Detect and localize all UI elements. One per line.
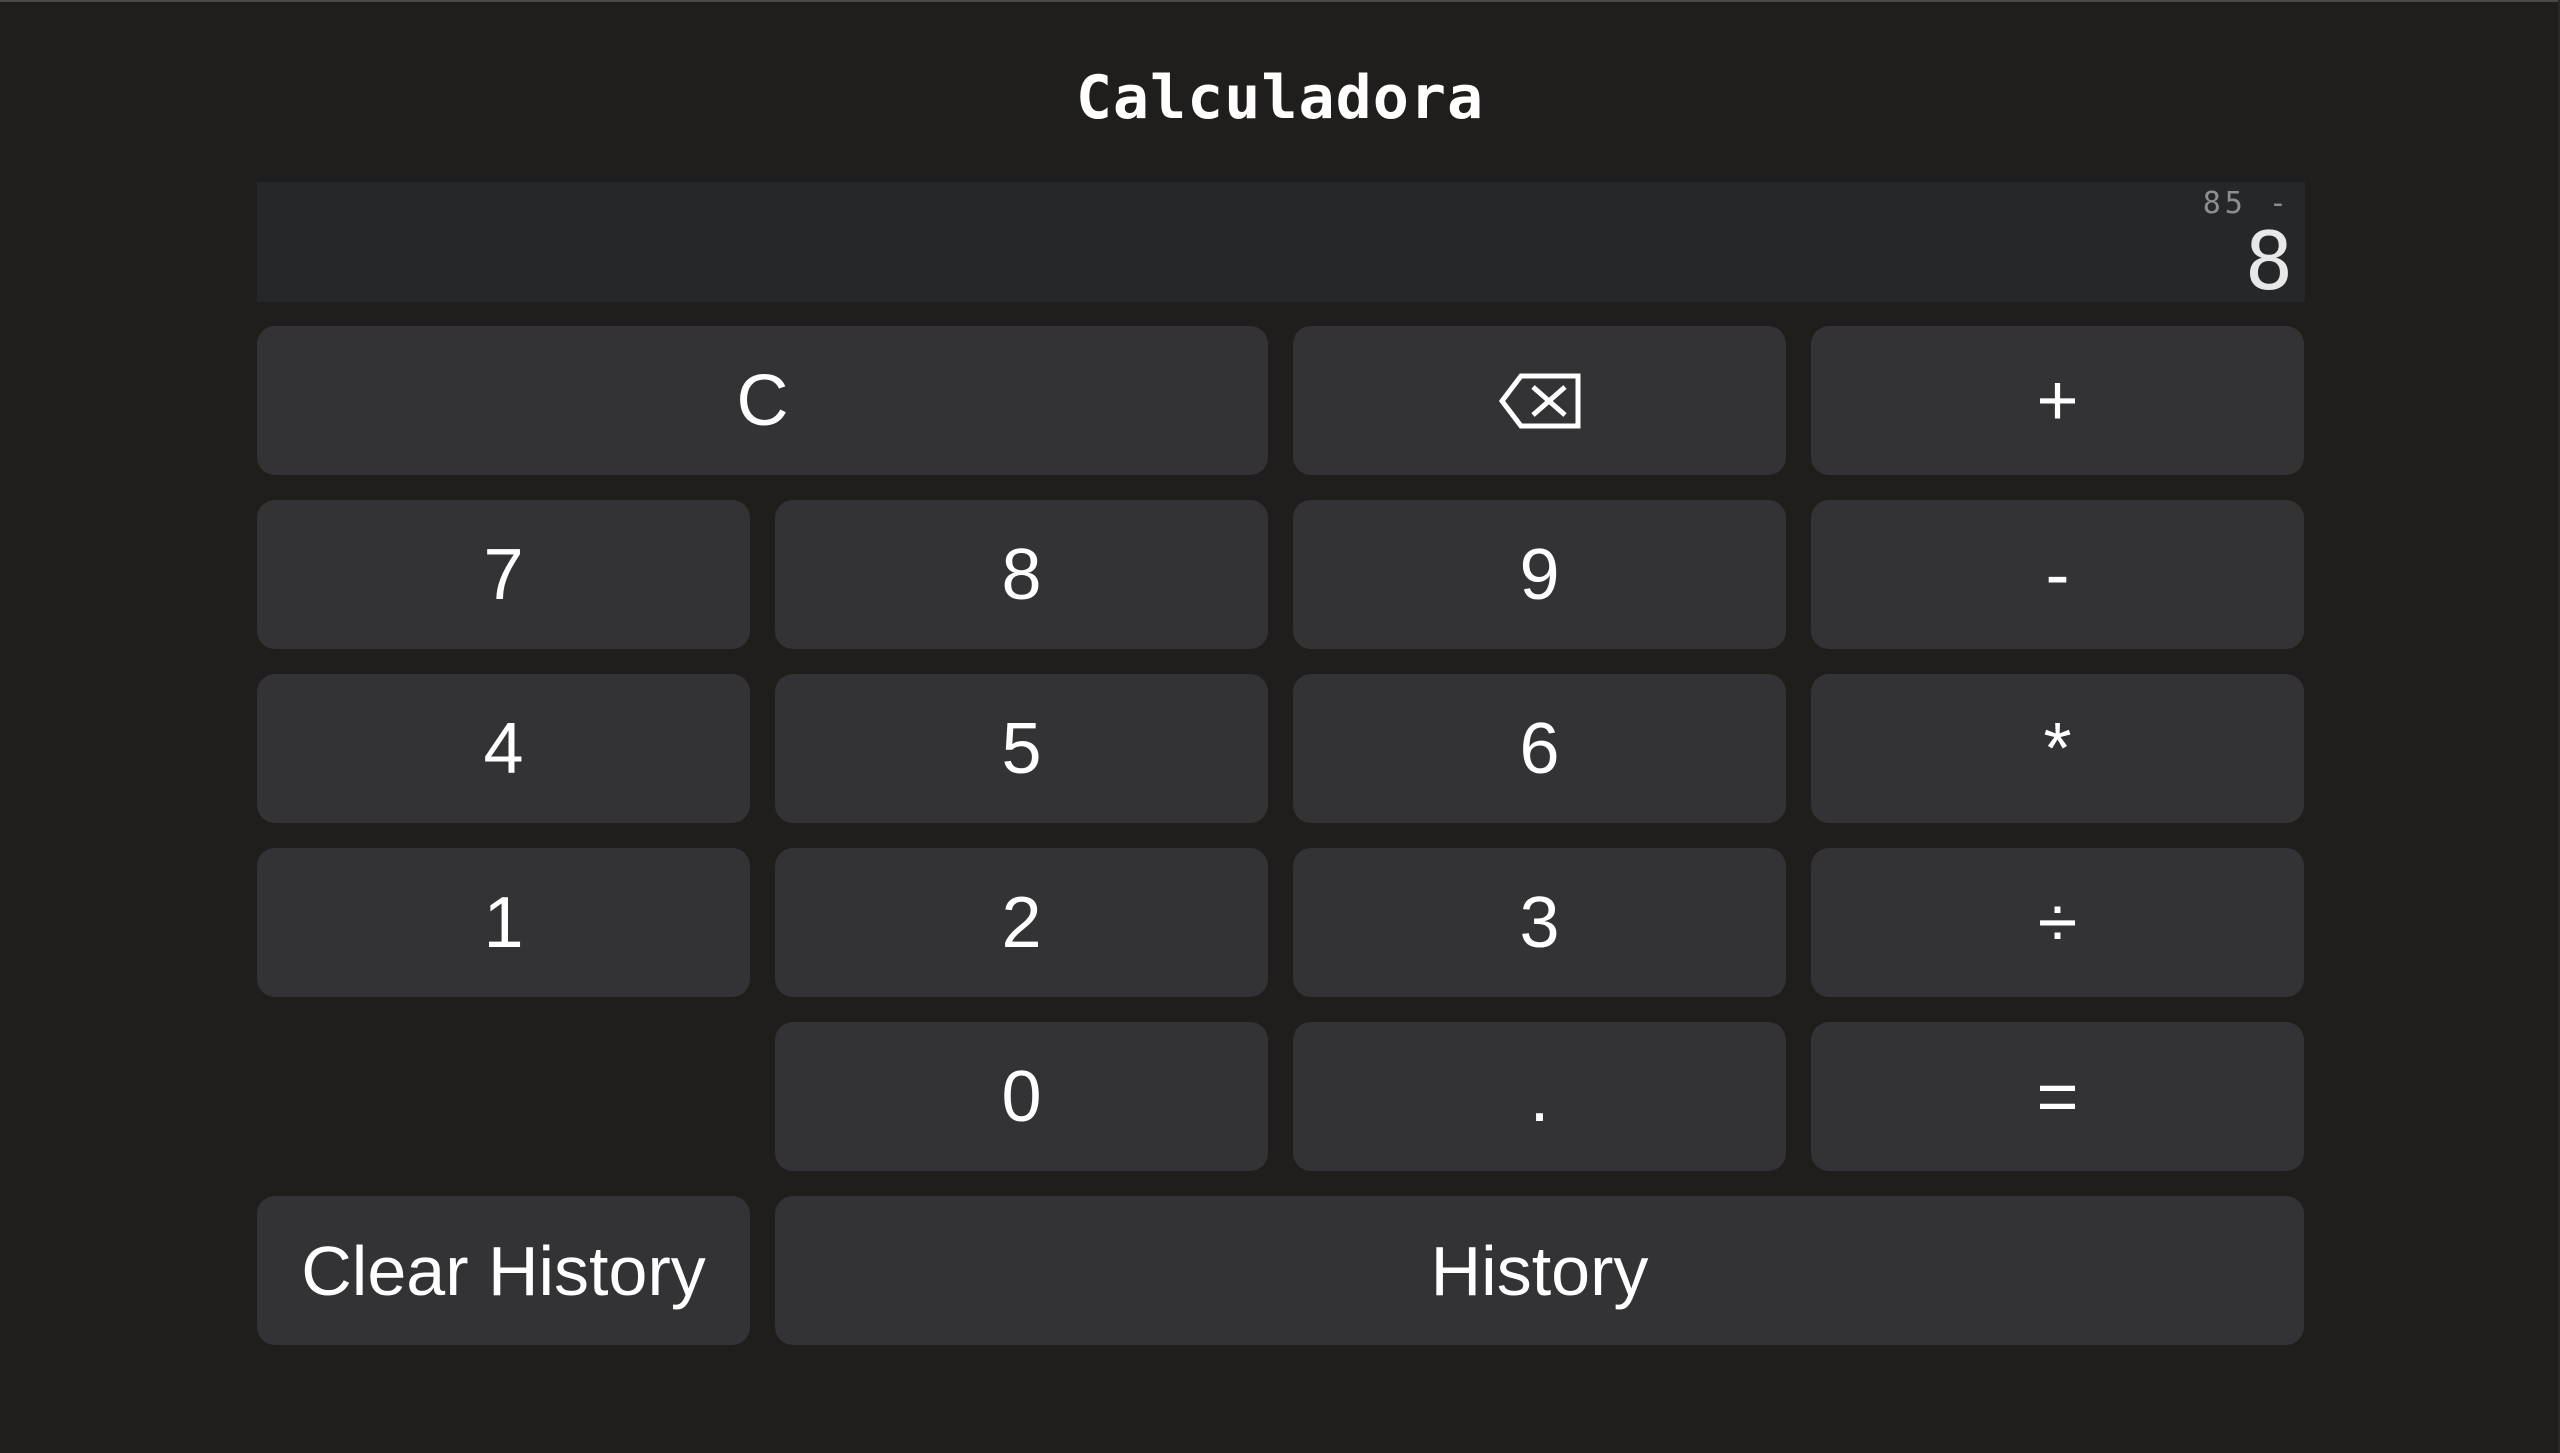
backspace-icon: [1498, 373, 1581, 429]
digit-4-button[interactable]: 4: [257, 674, 750, 823]
digit-8-button[interactable]: 8: [775, 500, 1268, 649]
digit-3-button[interactable]: 3: [1293, 848, 1786, 997]
keypad: C + 7 8 9 - 4 5 6 * 1 2 3 ÷ 0 . = Clear …: [257, 326, 2305, 1345]
window-top-border: [0, 0, 2560, 2]
backspace-button[interactable]: [1293, 326, 1786, 475]
equals-button[interactable]: =: [1811, 1022, 2304, 1171]
history-button[interactable]: History: [775, 1196, 2304, 1345]
app-title: Calculadora: [1075, 63, 1485, 133]
digit-0-button[interactable]: 0: [775, 1022, 1268, 1171]
result-readout: 8: [2244, 215, 2293, 308]
decimal-button[interactable]: .: [1293, 1022, 1786, 1171]
digit-6-button[interactable]: 6: [1293, 674, 1786, 823]
digit-7-button[interactable]: 7: [257, 500, 750, 649]
minus-button[interactable]: -: [1811, 500, 2304, 649]
clear-history-button[interactable]: Clear History: [257, 1196, 750, 1345]
digit-2-button[interactable]: 2: [775, 848, 1268, 997]
divide-button[interactable]: ÷: [1811, 848, 2304, 997]
clear-button[interactable]: C: [257, 326, 1268, 475]
multiply-button[interactable]: *: [1811, 674, 2304, 823]
digit-9-button[interactable]: 9: [1293, 500, 1786, 649]
plus-button[interactable]: +: [1811, 326, 2304, 475]
digit-5-button[interactable]: 5: [775, 674, 1268, 823]
calculator-display: 85 - 8: [257, 182, 2305, 308]
digit-1-button[interactable]: 1: [257, 848, 750, 997]
